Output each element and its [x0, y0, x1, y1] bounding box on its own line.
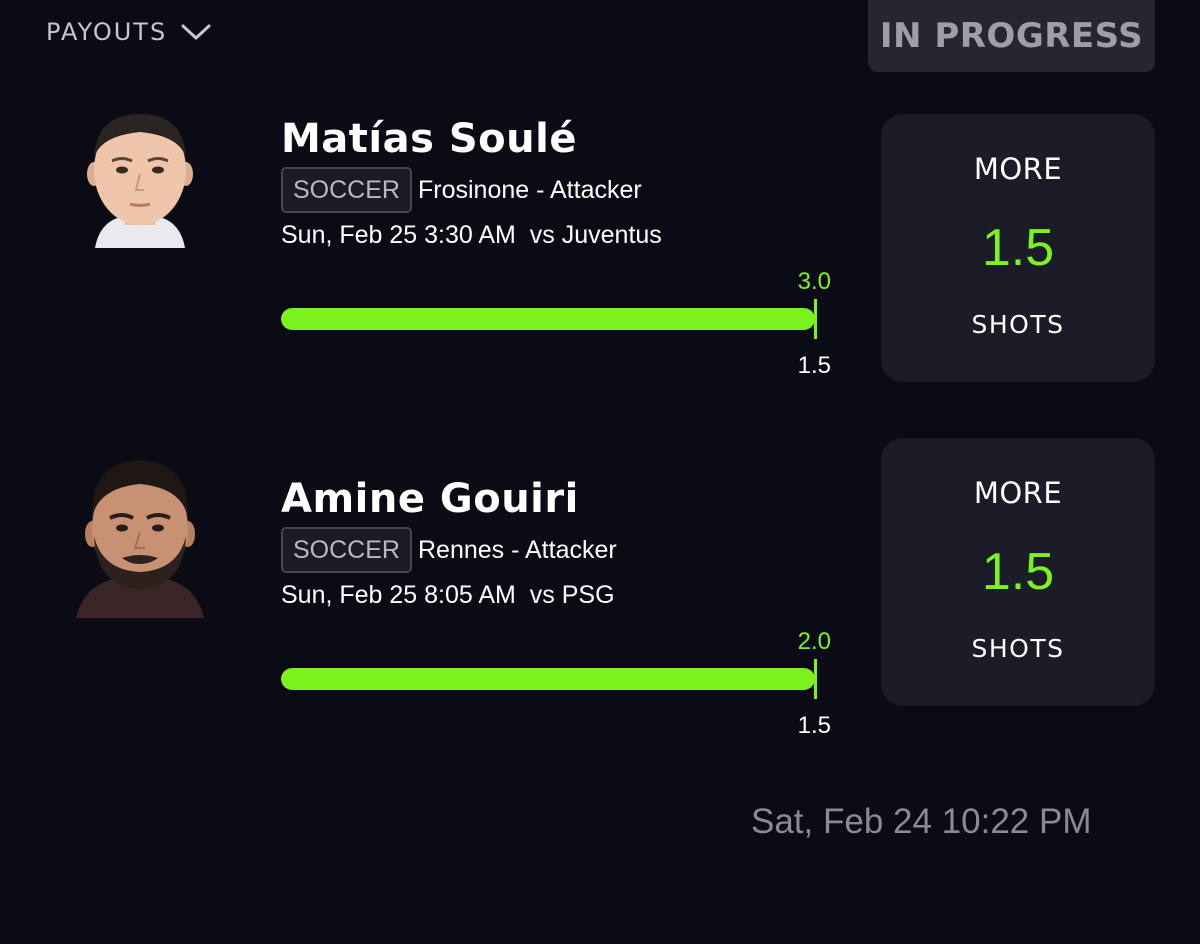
progress-fill — [281, 308, 815, 330]
player-name: Amine Gouiri — [281, 476, 579, 522]
game-time: Sun, Feb 25 8:05 AM — [281, 581, 516, 609]
projection-line: 1.5 — [981, 543, 1055, 601]
progress-track — [281, 308, 815, 330]
player-avatar — [70, 458, 210, 618]
projection-card[interactable]: MORE 1.5 SHOTS — [881, 438, 1155, 706]
sport-label: SOCCER — [293, 535, 400, 564]
opponent: vs PSG — [529, 581, 615, 609]
progress-track — [281, 668, 815, 690]
line-value: 1.5 — [797, 712, 831, 739]
pick-card-gouiri: Amine Gouiri SOCCER Rennes - Attacker Su… — [0, 0, 1200, 739]
line-value: 1.5 — [797, 352, 831, 379]
sport-badge: SOCCER — [281, 527, 412, 573]
line-marker — [814, 659, 817, 699]
team-position: Rennes - Attacker — [418, 536, 617, 564]
projection-stat: SHOTS — [971, 310, 1065, 339]
entry-timestamp: Sat, Feb 24 10:22 PM — [751, 802, 1092, 841]
stat-progress: 2.0 1.5 — [281, 628, 831, 748]
projection-stat: SHOTS — [971, 634, 1065, 663]
actual-value: 2.0 — [797, 628, 831, 655]
projection-choice: MORE — [973, 476, 1063, 510]
progress-fill — [281, 668, 815, 690]
game-info: Sun, Feb 25 8:05 AM vs PSG — [281, 581, 615, 610]
